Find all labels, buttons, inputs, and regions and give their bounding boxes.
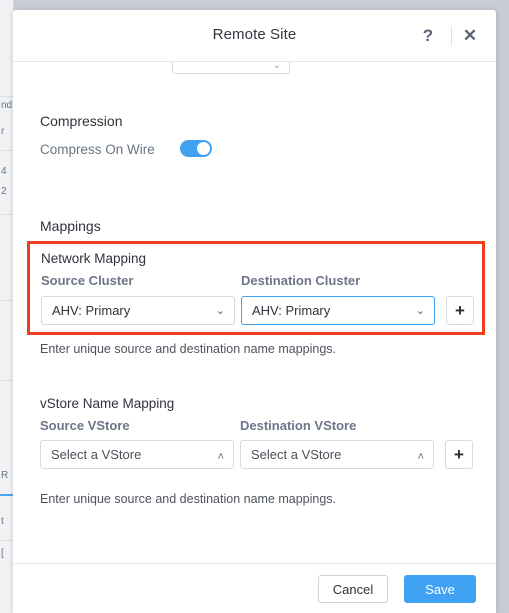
header-divider: [451, 26, 452, 46]
vstore-mapping-subtitle: vStore Name Mapping: [40, 396, 175, 411]
vstore-mapping-hint: Enter unique source and destination name…: [40, 492, 337, 506]
destination-vstore-label: Destination VStore: [240, 418, 357, 433]
vstore-mapping-group: vStore Name Mapping Source VStore Destin…: [13, 62, 496, 563]
dialog-body: ⌄ Compression Compress On Wire Mappings …: [13, 62, 496, 563]
help-icon[interactable]: ?: [416, 24, 440, 48]
cancel-button[interactable]: Cancel: [318, 575, 388, 603]
destination-vstore-value: Select a VStore: [251, 447, 342, 462]
close-icon[interactable]: ✕: [458, 24, 482, 48]
source-vstore-select[interactable]: Select a VStore ˄: [40, 440, 234, 469]
save-button[interactable]: Save: [404, 575, 476, 603]
plus-icon: +: [454, 445, 464, 464]
source-vstore-label: Source VStore: [40, 418, 130, 433]
source-vstore-value: Select a VStore: [51, 447, 142, 462]
chevron-up-icon: ˄: [417, 451, 424, 463]
dialog-footer: Cancel Save: [13, 563, 496, 613]
background-page-content: nd r 4 2 R t [: [0, 0, 14, 613]
dialog-header: Remote Site ? ✕: [13, 10, 496, 62]
chevron-up-icon: ˄: [217, 451, 224, 463]
add-vstore-mapping-button[interactable]: +: [445, 440, 473, 469]
destination-vstore-select[interactable]: Select a VStore ˄: [240, 440, 434, 469]
remote-site-dialog: Remote Site ? ✕ ⌄ Compression Compress O…: [13, 10, 496, 613]
